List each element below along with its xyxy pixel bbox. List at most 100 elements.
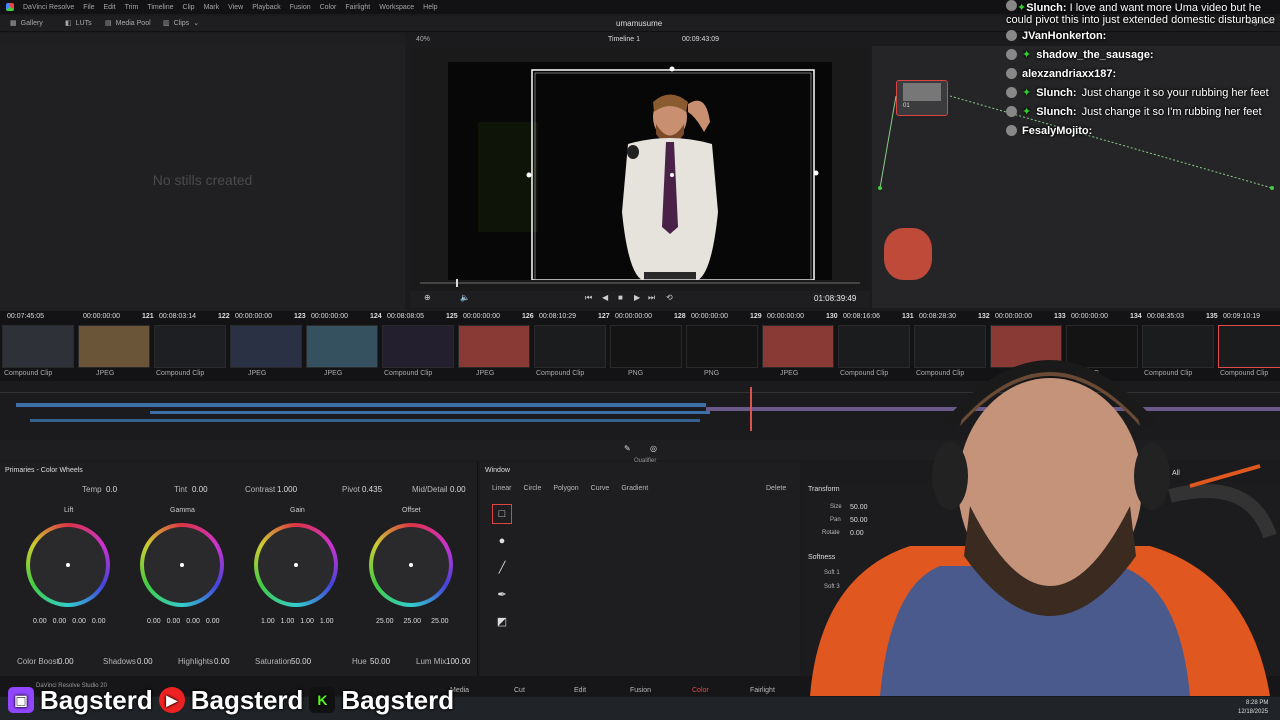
clip-thumbnail[interactable]	[2, 325, 74, 368]
scrubber-track[interactable]	[420, 282, 860, 284]
menu-item-mark[interactable]: Mark	[204, 4, 220, 11]
clip-timecode: 00:00:00:00	[83, 313, 120, 320]
shadows-value[interactable]: 0.00	[137, 657, 153, 666]
offset-r[interactable]: 25.00	[376, 618, 394, 625]
clips-tab[interactable]: ▥ Clips ⌄	[163, 19, 199, 28]
polygon-tab[interactable]: Polygon	[553, 485, 578, 492]
menu-item-trim[interactable]: Trim	[125, 4, 139, 11]
middetail-value[interactable]: 0.00	[450, 485, 466, 494]
page-color[interactable]: Color	[692, 687, 709, 694]
menu-item-davinci-resolve[interactable]: DaVinci Resolve	[23, 4, 74, 11]
contrast-value[interactable]: 1.000	[277, 485, 297, 494]
highlights-value[interactable]: 0.00	[214, 657, 230, 666]
menu-item-workspace[interactable]: Workspace	[379, 4, 414, 11]
linear-tab[interactable]: Linear	[492, 485, 511, 492]
gain-wheel[interactable]	[254, 523, 338, 607]
gain-g[interactable]: 1.00	[300, 618, 314, 625]
clip-thumbnail[interactable]	[230, 325, 302, 368]
clip-number: 131	[902, 313, 914, 320]
temp-value[interactable]: 0.0	[106, 485, 117, 494]
clip-thumbnail[interactable]	[534, 325, 606, 368]
play-icon[interactable]: ▶	[634, 293, 640, 302]
clip-thumbnail[interactable]	[382, 325, 454, 368]
menu-item-help[interactable]: Help	[423, 4, 437, 11]
gamma-r[interactable]: 0.00	[167, 618, 181, 625]
viewer-options-icon[interactable]: ⊕	[424, 293, 431, 302]
lift-y[interactable]: 0.00	[33, 618, 47, 625]
saturation-value[interactable]: 50.00	[291, 657, 311, 666]
menu-item-fusion[interactable]: Fusion	[290, 4, 311, 11]
page-fairlight[interactable]: Fairlight	[750, 687, 775, 694]
volume-icon[interactable]: 🔈	[460, 293, 470, 302]
offset-wheel[interactable]	[369, 523, 453, 607]
brand-name-youtube: Bagsterd	[190, 684, 304, 715]
chat-message: JVanHonkerton:	[1006, 26, 1280, 45]
menu-item-playback[interactable]: Playback	[252, 4, 280, 11]
circle-window-icon[interactable]: ●	[492, 531, 512, 551]
clip-thumbnail[interactable]	[306, 325, 378, 368]
menu-item-clip[interactable]: Clip	[183, 4, 195, 11]
color-boost-value[interactable]: 0.00	[58, 657, 74, 666]
gamma-wheel[interactable]	[140, 523, 224, 607]
loop-icon[interactable]: ⟲	[666, 293, 673, 302]
gain-r[interactable]: 1.00	[281, 618, 295, 625]
gamma-b[interactable]: 0.00	[206, 618, 220, 625]
timeline-select[interactable]: Timeline 1	[608, 36, 640, 43]
zoom-select[interactable]: 40%	[416, 36, 430, 43]
circle-tab[interactable]: Circle	[523, 485, 541, 492]
scrubber-handle[interactable]	[456, 279, 458, 287]
menu-item-file[interactable]: File	[83, 4, 94, 11]
tint-value[interactable]: 0.00	[192, 485, 208, 494]
gain-y[interactable]: 1.00	[261, 618, 275, 625]
gain-b[interactable]: 1.00	[320, 618, 334, 625]
gradient-tab[interactable]: Gradient	[621, 485, 648, 492]
lift-r[interactable]: 0.00	[53, 618, 67, 625]
stop-icon[interactable]: ■	[618, 293, 623, 302]
menu-item-color[interactable]: Color	[320, 4, 337, 11]
chat-message: alexzandriaxx187:	[1006, 64, 1280, 83]
clip-thumbnail[interactable]	[78, 325, 150, 368]
menu-item-view[interactable]: View	[228, 4, 243, 11]
square-window-icon[interactable]: □	[492, 504, 512, 524]
curve-tab[interactable]: Curve	[591, 485, 610, 492]
page-fusion[interactable]: Fusion	[630, 687, 651, 694]
window-transform-overlay[interactable]	[448, 62, 832, 280]
pivot-value[interactable]: 0.435	[362, 485, 382, 494]
clip-timecode: 00:07:45:05	[7, 313, 44, 320]
playhead[interactable]	[750, 387, 752, 431]
gamma-y[interactable]: 0.00	[147, 618, 161, 625]
luts-tab[interactable]: ◧ LUTs	[65, 19, 92, 28]
page-edit[interactable]: Edit	[574, 687, 586, 694]
media-pool-tab[interactable]: ▤ Media Pool	[105, 19, 151, 28]
lift-g[interactable]: 0.00	[72, 618, 86, 625]
page-cut[interactable]: Cut	[514, 687, 525, 694]
clip-thumbnail[interactable]	[686, 325, 758, 368]
offset-b[interactable]: 25.00	[431, 618, 449, 625]
clip-thumbnail[interactable]	[610, 325, 682, 368]
step-back-icon[interactable]: ◀	[602, 293, 608, 302]
menu-item-timeline[interactable]: Timeline	[147, 4, 173, 11]
lum-mix-value[interactable]: 100.00	[446, 657, 470, 666]
clip-number: 125	[446, 313, 458, 320]
menu-item-edit[interactable]: Edit	[104, 4, 116, 11]
clip-type-label: PNG	[628, 370, 644, 377]
lift-wheel[interactable]	[26, 523, 110, 607]
hue-value[interactable]: 50.00	[370, 657, 390, 666]
pen-window-icon[interactable]: ✒	[492, 584, 512, 604]
clip-thumbnail[interactable]	[154, 325, 226, 368]
jump-start-icon[interactable]: ⏮	[585, 293, 592, 303]
jump-end-icon[interactable]: ⏭	[648, 293, 655, 303]
clip-thumbnail[interactable]	[458, 325, 530, 368]
lift-b[interactable]: 0.00	[92, 618, 106, 625]
offset-g[interactable]: 25.00	[404, 618, 422, 625]
gallery-tab[interactable]: ▦ Gallery	[10, 19, 43, 28]
qualifier-icon[interactable]: ✎	[624, 444, 631, 453]
primaries-panel: Primaries - Color Wheels Temp 0.0 Tint 0…	[0, 462, 478, 678]
gamma-g[interactable]: 0.00	[186, 618, 200, 625]
delete-button[interactable]: Delete	[766, 485, 786, 492]
linear-window-icon[interactable]: ╱	[492, 557, 512, 577]
window-icon[interactable]: ◎	[650, 444, 657, 453]
gradient-window-icon[interactable]: ◩	[492, 611, 512, 631]
menu-item-fairlight[interactable]: Fairlight	[345, 4, 370, 11]
clips-icon: ▥	[163, 20, 170, 27]
